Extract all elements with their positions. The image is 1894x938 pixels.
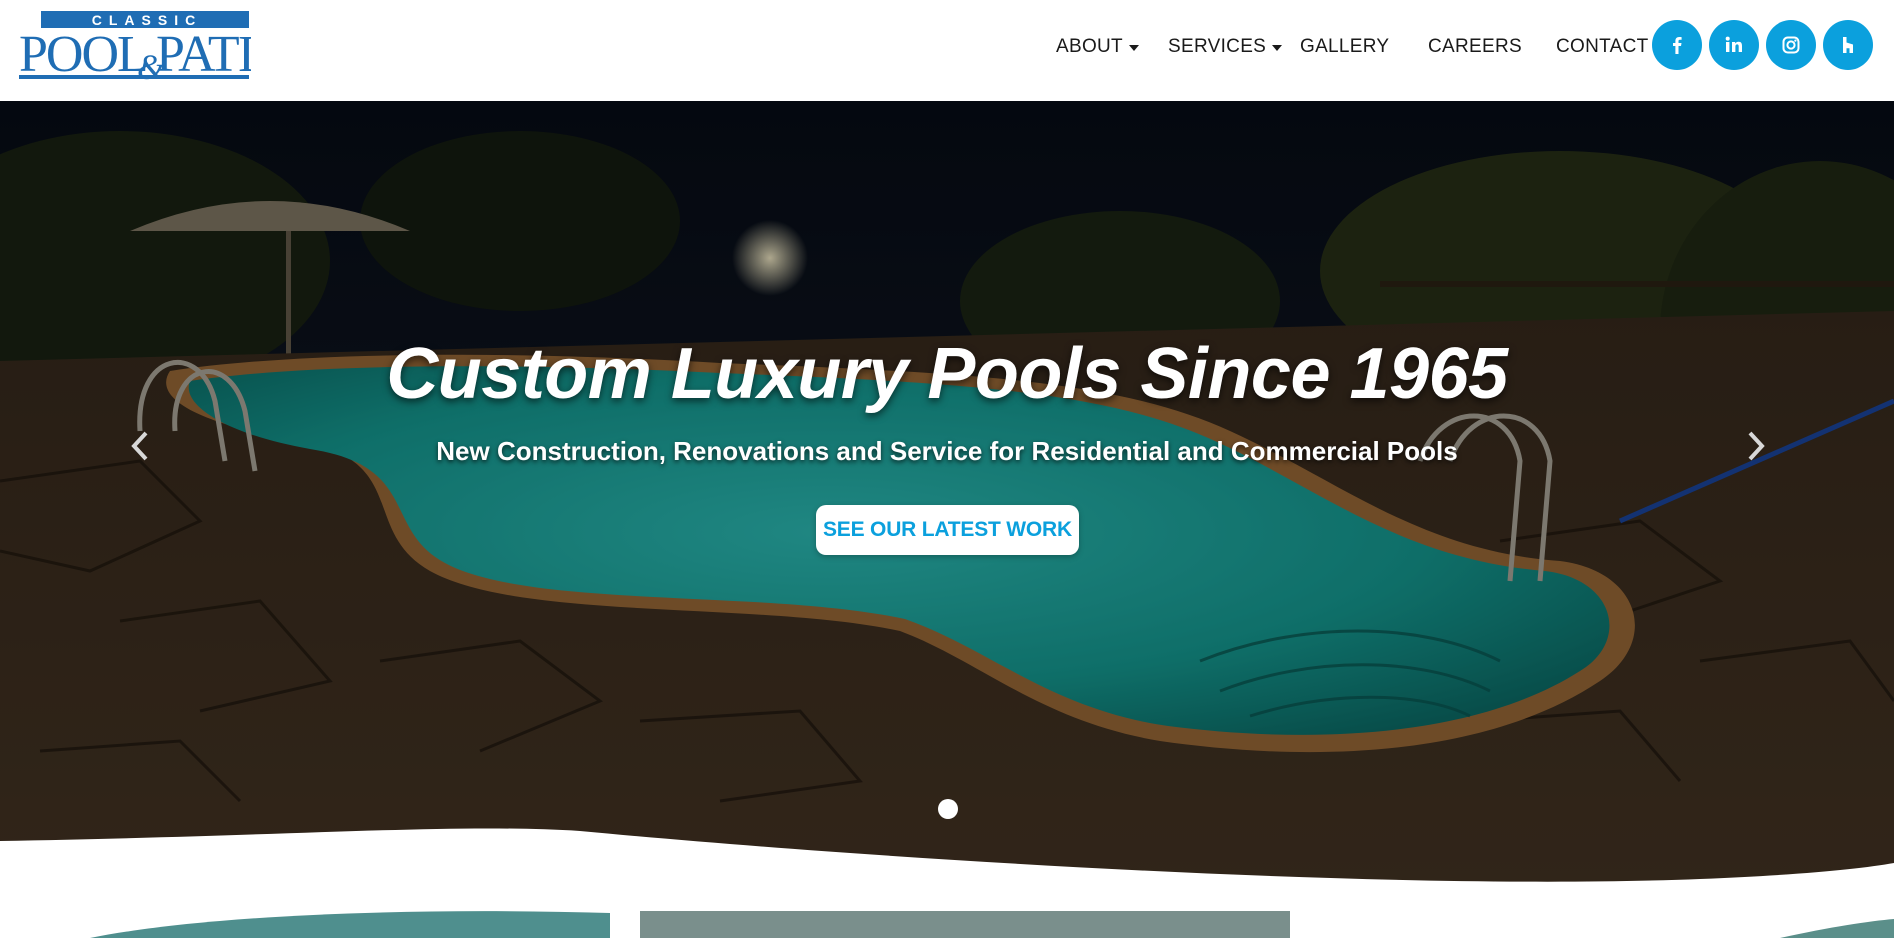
facebook-icon	[1673, 37, 1682, 54]
nav-gallery-label: GALLERY	[1300, 36, 1390, 57]
see-latest-work-button[interactable]: SEE OUR LATEST WORK	[816, 505, 1079, 555]
classic-pool-patio-logo[interactable]: CLASSIC POOL & PATIO	[19, 5, 251, 83]
hero-headline: Custom Luxury Pools Since 1965	[386, 334, 1508, 414]
slider-prev-button[interactable]	[122, 423, 158, 469]
nav-services[interactable]: SERVICES	[1168, 36, 1283, 58]
hero-subheadline: New Construction, Renovations and Servic…	[436, 436, 1458, 466]
slider-next-button[interactable]	[1738, 423, 1774, 469]
caret-down-icon	[1272, 45, 1283, 51]
houzz-icon	[1843, 37, 1853, 53]
nav-services-label: SERVICES	[1168, 36, 1267, 57]
slider-dot-active[interactable]	[938, 799, 958, 819]
caret-down-icon	[1128, 45, 1139, 51]
instagram-button[interactable]	[1766, 20, 1816, 70]
hero-slider: Custom Luxury Pools Since 1965 New Const…	[0, 101, 1894, 938]
nav-careers-label: CAREERS	[1428, 36, 1522, 57]
site-header: CLASSIC POOL & PATIO ABOUT SERVICES GALL…	[0, 0, 1894, 101]
instagram-icon	[1782, 36, 1800, 54]
houzz-button[interactable]	[1823, 20, 1873, 70]
logo-pool-text: POOL	[19, 26, 147, 83]
chevron-left-icon	[131, 431, 148, 461]
facebook-button[interactable]	[1652, 20, 1702, 70]
nav-contact[interactable]: CONTACT	[1556, 36, 1649, 58]
nav-careers[interactable]: CAREERS	[1428, 36, 1522, 58]
nav-gallery[interactable]: GALLERY	[1300, 36, 1389, 58]
nav-contact-label: CONTACT	[1556, 36, 1649, 57]
logo-patio-text: PATIO	[156, 26, 251, 83]
linkedin-button[interactable]	[1709, 20, 1759, 70]
chevron-right-icon	[1748, 431, 1765, 461]
linkedin-icon	[1725, 36, 1742, 52]
nav-about-label: ABOUT	[1056, 36, 1123, 57]
nav-about[interactable]: ABOUT	[1056, 36, 1139, 58]
